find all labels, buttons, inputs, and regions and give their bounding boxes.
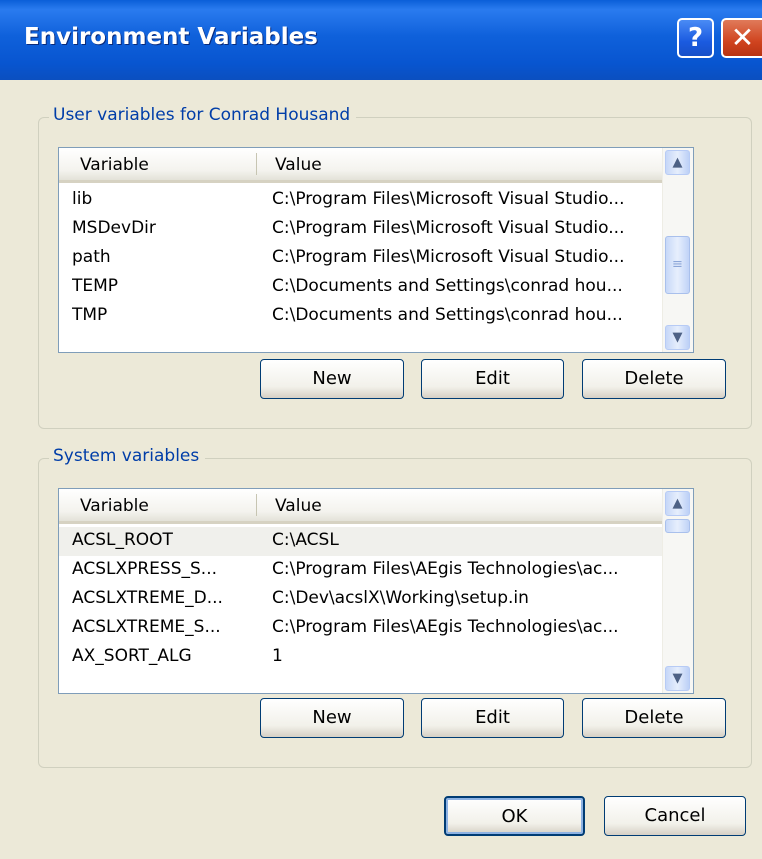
system-edit-button[interactable]: Edit — [421, 698, 564, 738]
help-button[interactable]: ? — [677, 18, 714, 58]
table-row[interactable]: ACSL_ROOT C:\ACSL — [59, 527, 693, 556]
variable-value: C:\Documents and Settings\conrad hou... — [272, 305, 623, 325]
table-row[interactable]: lib C:\Program Files\Microsoft Visual St… — [59, 186, 693, 215]
variable-name: MSDevDir — [72, 218, 156, 238]
user-variables-label: User variables for Conrad Housand — [49, 105, 357, 125]
variable-value: C:\Program Files\AEgis Technologies\ac..… — [272, 559, 619, 579]
cancel-button[interactable]: Cancel — [604, 796, 746, 836]
user-new-button[interactable]: New — [260, 359, 404, 399]
user-variables-list[interactable]: Variable Value lib C:\Program Files\Micr… — [58, 147, 694, 353]
variable-value: 1 — [272, 646, 283, 666]
table-row[interactable]: ACSLXPRESS_S... C:\Program Files\AEgis T… — [59, 556, 693, 585]
variable-name: TEMP — [72, 276, 119, 296]
scroll-down-icon[interactable]: ▼ — [665, 666, 690, 691]
column-divider[interactable] — [256, 494, 257, 516]
table-row[interactable]: TEMP C:\Documents and Settings\conrad ho… — [59, 273, 693, 302]
column-header-value[interactable]: Value — [275, 496, 322, 516]
variable-name: ACSLXTREME_S... — [72, 617, 221, 637]
close-button[interactable]: ✕ — [721, 18, 762, 58]
variable-value: C:\ACSL — [272, 530, 339, 550]
variable-name: ACSLXTREME_D... — [72, 588, 223, 608]
user-edit-button[interactable]: Edit — [421, 359, 564, 399]
vertical-scrollbar[interactable]: ▲ ▼ — [662, 489, 693, 693]
system-variables-list[interactable]: Variable Value ACSL_ROOT C:\ACSL ACSLXPR… — [58, 488, 694, 694]
table-row[interactable]: MSDevDir C:\Program Files\Microsoft Visu… — [59, 215, 693, 244]
variable-name: path — [72, 247, 111, 267]
column-header-variable[interactable]: Variable — [80, 496, 149, 516]
user-variables-group: User variables for Conrad Housand Variab… — [38, 105, 752, 429]
variable-name: ACSLXPRESS_S... — [72, 559, 217, 579]
system-variables-label: System variables — [49, 446, 206, 466]
window-title: Environment Variables — [24, 24, 318, 50]
variable-value: C:\Program Files\Microsoft Visual Studio… — [272, 218, 625, 238]
table-row[interactable]: path C:\Program Files\Microsoft Visual S… — [59, 244, 693, 273]
table-row[interactable]: ACSLXTREME_D... C:\Dev\acslX\Working\set… — [59, 585, 693, 614]
title-bar[interactable]: Environment Variables ? ✕ — [0, 0, 762, 80]
column-header-value[interactable]: Value — [275, 155, 322, 175]
list-header: Variable Value — [59, 489, 693, 524]
list-header: Variable Value — [59, 148, 693, 183]
scroll-thumb[interactable] — [665, 519, 690, 533]
scroll-thumb[interactable]: ≡ — [665, 236, 690, 294]
variable-name: lib — [72, 189, 93, 209]
variable-value: C:\Documents and Settings\conrad hou... — [272, 276, 623, 296]
variable-value: C:\Program Files\Microsoft Visual Studio… — [272, 247, 625, 267]
system-delete-button[interactable]: Delete — [582, 698, 726, 738]
variable-name: AX_SORT_ALG — [72, 646, 192, 666]
column-header-variable[interactable]: Variable — [80, 155, 149, 175]
system-new-button[interactable]: New — [260, 698, 404, 738]
variable-value: C:\Program Files\Microsoft Visual Studio… — [272, 189, 625, 209]
variable-value: C:\Dev\acslX\Working\setup.in — [272, 588, 529, 608]
system-variables-group: System variables Variable Value ACSL_ROO… — [38, 446, 752, 768]
close-icon: ✕ — [730, 21, 755, 54]
scroll-down-icon[interactable]: ▼ — [665, 325, 690, 350]
variable-name: ACSL_ROOT — [72, 530, 173, 550]
table-row[interactable]: AX_SORT_ALG 1 — [59, 643, 693, 672]
vertical-scrollbar[interactable]: ▲ ≡ ▼ — [662, 148, 693, 352]
column-divider[interactable] — [256, 153, 257, 175]
help-icon: ? — [687, 23, 704, 53]
variable-name: TMP — [72, 305, 108, 325]
user-delete-button[interactable]: Delete — [582, 359, 726, 399]
variable-value: C:\Program Files\AEgis Technologies\ac..… — [272, 617, 619, 637]
scroll-up-icon[interactable]: ▲ — [665, 150, 690, 175]
table-row[interactable]: TMP C:\Documents and Settings\conrad hou… — [59, 302, 693, 331]
scroll-up-icon[interactable]: ▲ — [665, 491, 690, 516]
ok-button[interactable]: OK — [444, 796, 585, 836]
table-row[interactable]: ACSLXTREME_S... C:\Program Files\AEgis T… — [59, 614, 693, 643]
